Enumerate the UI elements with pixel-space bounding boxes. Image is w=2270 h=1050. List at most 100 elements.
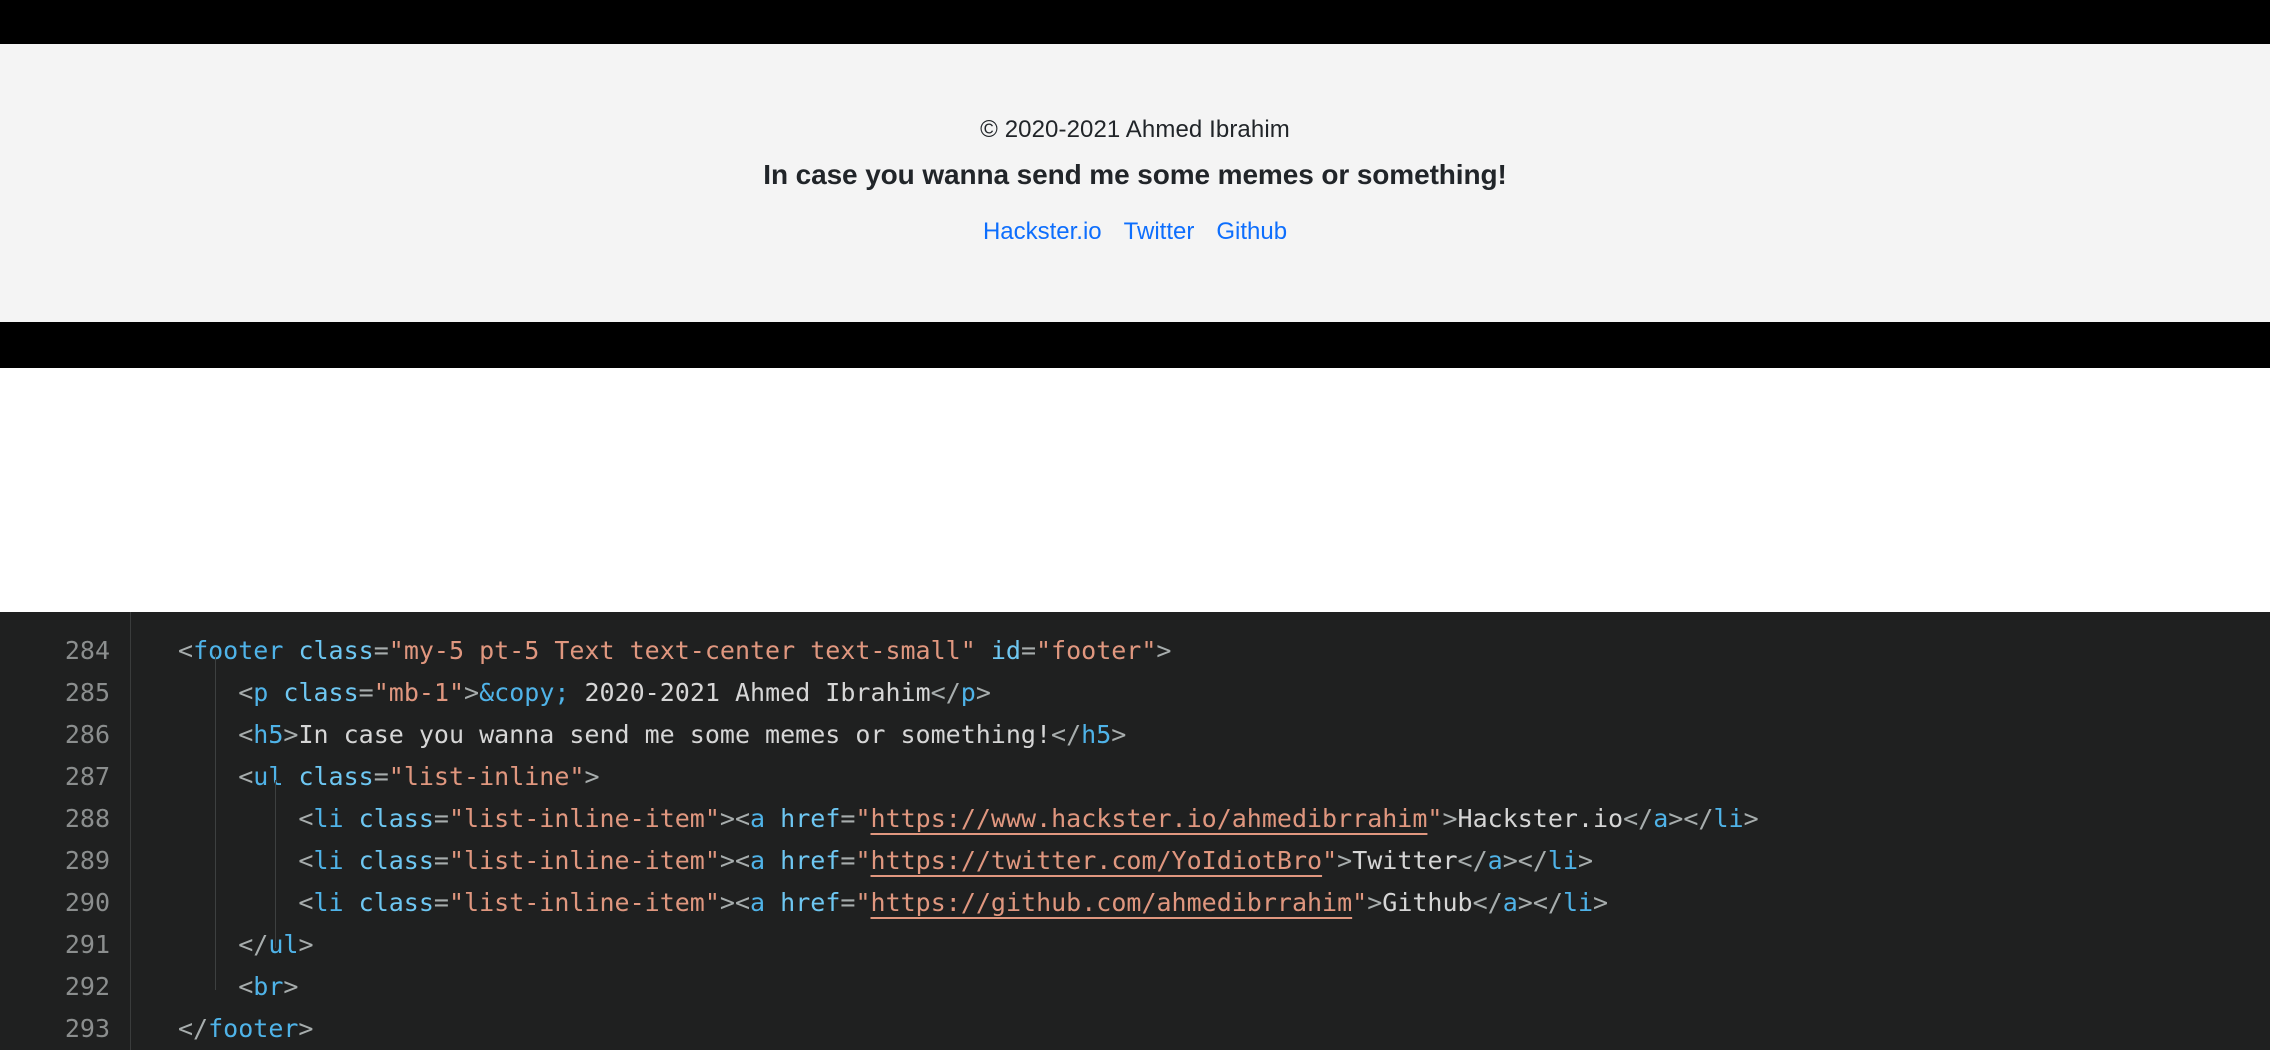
code-line-content[interactable]: <p class="mb-1">&copy; 2020-2021 Ahmed I…	[110, 672, 991, 714]
code-line[interactable]: 290 <li class="list-inline-item"><a href…	[0, 882, 2270, 924]
code-token-punc: >	[1517, 888, 1533, 917]
code-token-punc: >	[719, 846, 735, 875]
code-token-tag: li	[1562, 888, 1594, 917]
code-token-str: "footer"	[1036, 636, 1157, 665]
code-token-tag: footer	[208, 1014, 299, 1043]
code-line-content[interactable]: </footer>	[110, 1008, 313, 1050]
code-token-str: "	[855, 888, 871, 917]
code-line[interactable]: 293 </footer>	[0, 1008, 2270, 1050]
code-token-txt: In case you wanna send me some memes or …	[298, 720, 1052, 749]
code-token-tag: a	[1502, 888, 1518, 917]
code-line[interactable]: 288 <li class="list-inline-item"><a href…	[0, 798, 2270, 840]
code-token-tag: li	[313, 804, 344, 833]
code-token-punc: =	[373, 762, 389, 791]
code-line-content[interactable]: <li class="list-inline-item"><a href="ht…	[110, 798, 1759, 840]
code-token-txt: Github	[1382, 888, 1473, 917]
code-token-str: "my-5 pt-5 Text text-center text-small"	[388, 636, 976, 665]
code-token-punc: <	[298, 888, 314, 917]
code-token-punc: </	[1051, 720, 1082, 749]
code-token-attr: href	[780, 846, 841, 875]
code-token-str: "list-inline-item"	[448, 804, 720, 833]
code-line[interactable]: 292 <br>	[0, 966, 2270, 1008]
code-token-punc: =	[1020, 636, 1036, 665]
code-token-punc: >	[1111, 720, 1127, 749]
code-editor[interactable]: 284 <footer class="my-5 pt-5 Text text-ce…	[0, 612, 2270, 1050]
code-line-content[interactable]: <ul class="list-inline">	[110, 756, 600, 798]
code-line-content[interactable]: <li class="list-inline-item"><a href="ht…	[110, 840, 1593, 882]
code-token-punc: >	[283, 972, 299, 1001]
list-item: Twitter	[1124, 216, 1195, 247]
code-token-punc: >	[298, 930, 314, 959]
code-token-tag: a	[750, 888, 766, 917]
code-token-punc: >	[1593, 888, 1609, 917]
site-footer-preview: © 2020-2021 Ahmed Ibrahim In case you wa…	[0, 44, 2270, 322]
code-token-punc: >	[464, 678, 480, 707]
list-item: Hackster.io	[983, 216, 1102, 247]
code-token-punc: >	[1743, 804, 1759, 833]
code-token-punc: =	[433, 804, 449, 833]
code-token-punc: <	[238, 720, 254, 749]
code-token-tag: br	[253, 972, 284, 1001]
code-url-link[interactable]: https://www.hackster.io/ahmedibrrahim	[871, 804, 1428, 833]
line-number: 289	[64, 846, 110, 875]
code-token-punc: >	[1668, 804, 1684, 833]
code-token-str: "	[1352, 888, 1368, 917]
code-token-punc: </	[1517, 846, 1548, 875]
code-url-link[interactable]: https://twitter.com/YoIdiotBro	[871, 846, 1323, 875]
code-line[interactable]: 284 <footer class="my-5 pt-5 Text text-ce…	[0, 630, 2270, 672]
code-line-content[interactable]: </ul>	[110, 924, 314, 966]
code-line-content[interactable]: <h5>In case you wanna send me some memes…	[110, 714, 1126, 756]
code-line-content[interactable]: <footer class="my-5 pt-5 Text text-cente…	[110, 630, 1171, 672]
code-token-tag: ul	[268, 930, 299, 959]
code-token-attr: id	[990, 636, 1021, 665]
code-token-punc: </	[1472, 888, 1503, 917]
code-token-attr: class	[358, 804, 434, 833]
code-token-punc: >	[584, 762, 600, 791]
code-token-tag: a	[1487, 846, 1503, 875]
footer-link-twitter[interactable]: Twitter	[1124, 218, 1195, 245]
code-line[interactable]: 291 </ul>	[0, 924, 2270, 966]
code-token-punc: >	[719, 888, 735, 917]
code-token-punc: <	[238, 762, 254, 791]
code-token-punc: =	[373, 636, 389, 665]
code-token-attr: class	[298, 636, 374, 665]
footer-link-hackster[interactable]: Hackster.io	[983, 218, 1102, 245]
code-token-punc: >	[283, 720, 299, 749]
indent-guide	[275, 780, 276, 948]
code-line[interactable]: 286 <h5>In case you wanna send me some m…	[0, 714, 2270, 756]
code-token-attr: href	[780, 888, 841, 917]
code-url-link[interactable]: https://github.com/ahmedibrrahim	[871, 888, 1353, 917]
code-token-punc: <	[298, 804, 314, 833]
code-token-punc: </	[178, 1014, 209, 1043]
code-line[interactable]: 289 <li class="list-inline-item"><a href…	[0, 840, 2270, 882]
code-token-punc: <	[178, 636, 194, 665]
code-token-punc: </	[930, 678, 961, 707]
line-number: 285	[64, 678, 110, 707]
code-token-punc: =	[358, 678, 374, 707]
code-line-content[interactable]: <br>	[110, 966, 298, 1008]
code-token-str: "list-inline"	[388, 762, 585, 791]
code-token-tag: ul	[253, 762, 284, 791]
code-token-tag: li	[313, 846, 344, 875]
footer-copyright: © 2020-2021 Ahmed Ibrahim	[980, 116, 1290, 143]
code-line[interactable]: 285 <p class="mb-1">&copy; 2020-2021 Ahm…	[0, 672, 2270, 714]
code-token-punc: <	[734, 804, 751, 833]
code-token-tag: a	[750, 804, 766, 833]
code-token-punc: >	[1367, 888, 1383, 917]
code-token-tag: li	[1547, 846, 1578, 875]
line-number: 291	[64, 930, 110, 959]
footer-link-github[interactable]: Github	[1216, 218, 1287, 245]
code-line-content[interactable]: <li class="list-inline-item"><a href="ht…	[110, 882, 1608, 924]
code-token-punc: </	[1623, 804, 1654, 833]
code-line[interactable]: 287 <ul class="list-inline">	[0, 756, 2270, 798]
